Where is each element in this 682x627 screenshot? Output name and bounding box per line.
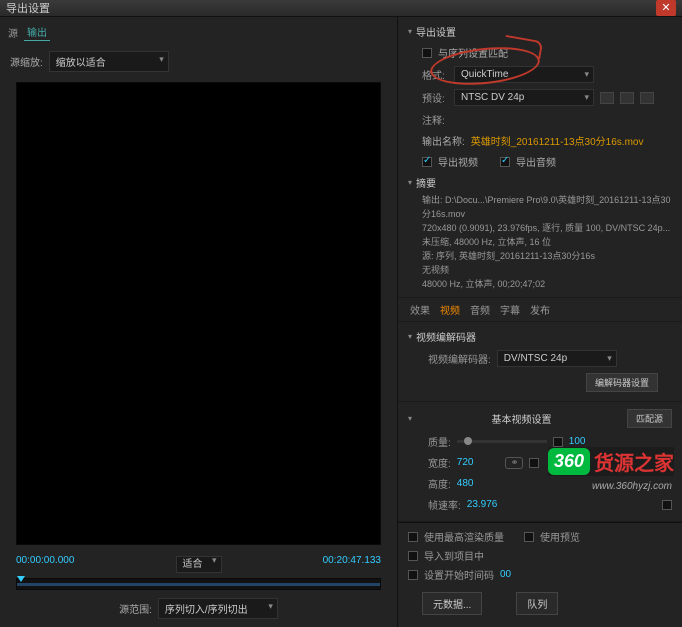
export-audio-checkbox[interactable] [500, 157, 510, 167]
preview [16, 82, 381, 545]
summary-out-label: 输出: [422, 195, 443, 205]
dim-checkbox[interactable] [529, 458, 539, 468]
export-video-label: 导出视频 [438, 154, 478, 169]
import-proj-label: 导入到项目中 [424, 548, 484, 563]
comment-label: 注释: [422, 112, 448, 127]
width-label: 宽度: [428, 455, 451, 470]
tab-video[interactable]: 视频 [440, 302, 460, 317]
codec-combo[interactable]: DV/NTSC 24p [497, 350, 617, 367]
summary-out-3: 未压缩, 48000 Hz, 立体声, 16 位 [422, 235, 672, 249]
summary-src-1: 序列, 英雄时刻_20161211-13点30分16s [436, 251, 595, 261]
preset-combo[interactable]: NTSC DV 24p [454, 89, 594, 106]
delete-preset-icon[interactable] [640, 92, 654, 104]
preset-label: 预设: [422, 90, 448, 105]
output-name-link[interactable]: 英雄时刻_20161211-13点30分16s.mov [471, 133, 644, 148]
export-audio-label: 导出音频 [516, 154, 556, 169]
import-preset-icon[interactable] [620, 92, 634, 104]
tab-publish[interactable]: 发布 [530, 302, 550, 317]
link-icon[interactable]: ⚭ [505, 457, 523, 469]
match-source-button[interactable]: 匹配源 [627, 409, 672, 428]
export-settings-header[interactable]: 导出设置 [408, 21, 672, 42]
tab-audio[interactable]: 音频 [470, 302, 490, 317]
fps-checkbox[interactable] [662, 500, 672, 510]
width-value[interactable]: 720 [457, 457, 474, 468]
max-render-checkbox[interactable] [408, 532, 418, 542]
fps-value[interactable]: 23.976 [467, 499, 498, 510]
basic-video-header[interactable]: 基本视频设置 [492, 411, 552, 426]
playhead-icon[interactable] [17, 576, 25, 582]
fit-combo[interactable]: 适合 [176, 556, 222, 573]
codec-label: 视频编解码器: [428, 351, 491, 366]
set-tc-checkbox[interactable] [408, 570, 418, 580]
format-label: 格式: [422, 67, 448, 82]
codec-settings-button[interactable]: 编解码器设置 [586, 373, 658, 392]
tab-effects[interactable]: 效果 [410, 302, 430, 317]
height-value[interactable]: 480 [457, 478, 474, 489]
match-sequence-checkbox[interactable] [422, 48, 432, 58]
fps-label: 帧速率: [428, 497, 461, 512]
source-scale-combo[interactable]: 缩放以适合 [49, 51, 169, 72]
titlebar: 导出设置 ✕ [0, 0, 682, 17]
export-video-checkbox[interactable] [422, 157, 432, 167]
quality-value[interactable]: 100 [569, 436, 586, 447]
quality-checkbox[interactable] [553, 437, 563, 447]
summary-src-3: 48000 Hz, 立体声, 00;20;47;02 [422, 277, 672, 291]
summary-out-2: 720x480 (0.9091), 23.976fps, 逐行, 质量 100,… [422, 221, 672, 235]
summary-header[interactable]: 摘要 [408, 172, 672, 193]
use-preview-label: 使用预览 [540, 529, 580, 544]
match-sequence-label: 与序列设置匹配 [438, 45, 508, 60]
summary-src-label: 源: [422, 251, 434, 261]
watermark: 360 货源之家 [548, 447, 674, 476]
range-label: 源范围: [119, 601, 152, 616]
summary-out-1: D:\Docu...\Premiere Pro\9.0\英雄时刻_2016121… [422, 195, 670, 219]
window-title: 导出设置 [6, 0, 50, 16]
time-duration: 00:20:47.133 [323, 555, 381, 570]
tab-output[interactable]: 输出 [24, 23, 50, 41]
queue-button[interactable]: 队列 [516, 592, 558, 615]
import-proj-checkbox[interactable] [408, 551, 418, 561]
video-codec-header[interactable]: 视频编解码器 [408, 326, 672, 347]
height-label: 高度: [428, 476, 451, 491]
summary-src-2: 无视频 [422, 263, 672, 277]
tab-source[interactable]: 源 [8, 25, 18, 40]
watermark-badge: 360 [548, 448, 590, 475]
range-combo[interactable]: 序列切入/序列切出 [158, 598, 278, 619]
metadata-button[interactable]: 元数据... [422, 592, 482, 615]
time-in[interactable]: 00:00:00.000 [16, 555, 74, 570]
format-combo[interactable]: QuickTime [454, 66, 594, 83]
outname-label: 输出名称: [422, 133, 465, 148]
max-render-label: 使用最高渲染质量 [424, 529, 504, 544]
close-icon[interactable]: ✕ [656, 0, 676, 16]
quality-slider[interactable] [457, 440, 547, 443]
tab-captions[interactable]: 字幕 [500, 302, 520, 317]
use-preview-checkbox[interactable] [524, 532, 534, 542]
set-tc-label: 设置开始时间码 [424, 567, 494, 582]
tc-value[interactable]: 00 [500, 569, 511, 580]
source-scale-label: 源缩放: [10, 54, 43, 69]
watermark-text: 货源之家 [594, 447, 674, 476]
timeline[interactable] [16, 578, 381, 590]
watermark-url: www.360hyzj.com [592, 481, 672, 492]
save-preset-icon[interactable] [600, 92, 614, 104]
quality-label: 质量: [428, 434, 451, 449]
